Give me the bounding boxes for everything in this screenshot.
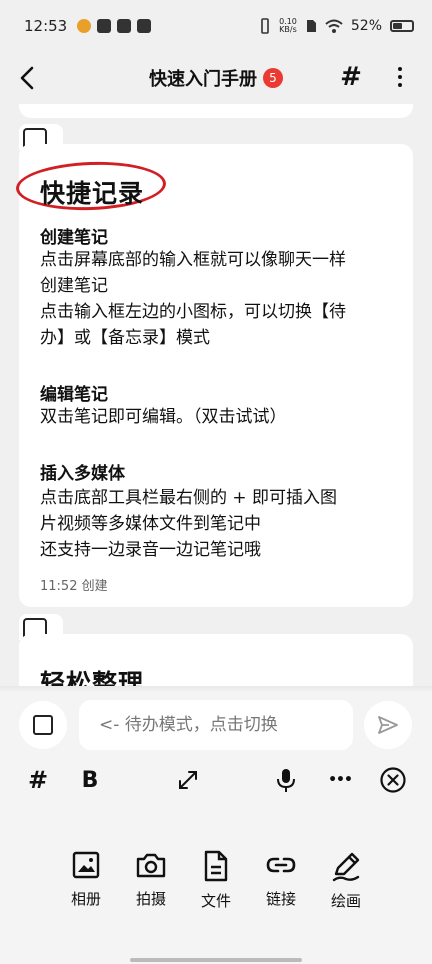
section-body: 双击笔记即可编辑。（双击试试） <box>40 407 287 427</box>
tag-button[interactable]: # <box>336 62 366 92</box>
count-badge: 5 <box>263 68 283 88</box>
back-button[interactable] <box>14 64 42 92</box>
media-link-button[interactable]: 链接 <box>253 850 309 909</box>
media-label: 绘画 <box>330 892 361 910</box>
sim-icon <box>306 20 316 32</box>
bold-button[interactable]: B <box>74 764 106 796</box>
file-icon <box>204 850 228 882</box>
send-icon <box>378 716 398 734</box>
section-heading: 创建笔记 <box>40 228 108 248</box>
microphone-icon <box>277 769 295 792</box>
media-camera-button[interactable]: 拍摄 <box>123 850 179 909</box>
app-header: 快速入门手册 5 # <box>0 52 432 104</box>
note-input[interactable] <box>79 700 353 750</box>
media-label: 拍摄 <box>135 890 166 908</box>
expand-button[interactable] <box>172 764 204 796</box>
battery-text: 52% <box>350 18 382 34</box>
wifi-icon <box>325 19 343 33</box>
vibrate-icon <box>261 18 269 34</box>
net-speed-unit: KB/s <box>279 25 297 34</box>
media-album-button[interactable]: 相册 <box>58 850 114 909</box>
note-card[interactable]: 快捷记录 创建笔记 点击屏幕底部的输入框就可以像聊天一样 创建笔记 点击输入框左… <box>15 144 413 607</box>
hash-icon: # <box>340 62 362 92</box>
hash-icon: # <box>27 766 49 794</box>
tag-tool-button[interactable]: # <box>22 764 54 796</box>
media-label: 文件 <box>200 892 231 910</box>
camera-icon <box>136 853 166 878</box>
more-icon: ••• <box>328 772 353 788</box>
status-bar: 12:53 0.10 KB/s 52% <box>0 0 432 52</box>
weibo-icon <box>77 19 92 33</box>
media-label: 链接 <box>265 890 296 908</box>
section-heading: 插入多媒体 <box>40 464 125 484</box>
bold-icon: B <box>81 767 99 793</box>
todo-mode-toggle[interactable] <box>19 701 67 749</box>
voice-button[interactable] <box>270 764 302 796</box>
status-time: 12:53 <box>24 17 68 35</box>
net-speed: 0.10 KB/s <box>279 18 297 34</box>
close-circle-icon <box>380 767 406 793</box>
more-menu-button[interactable] <box>388 62 412 92</box>
app-icon <box>97 19 112 33</box>
battery-icon <box>390 20 414 32</box>
expand-icon <box>179 771 197 789</box>
app-icon <box>117 19 132 33</box>
page-title: 快速入门手册 <box>149 69 257 90</box>
section-heading: 编辑笔记 <box>40 385 108 405</box>
media-label: 相册 <box>70 890 101 908</box>
close-toolbar-button[interactable] <box>377 764 409 796</box>
section-body: 点击屏幕底部的输入框就可以像聊天一样 创建笔记 点击输入框左边的小图标，可以切换… <box>40 250 346 348</box>
draw-icon <box>332 852 360 882</box>
media-draw-button[interactable]: 绘画 <box>318 850 374 911</box>
home-indicator <box>130 958 302 962</box>
section-body: 点击底部工具栏最右侧的 + 即可插入图 片视频等多媒体文件到笔记中 还支持一边录… <box>40 488 338 560</box>
link-icon <box>266 857 296 873</box>
image-icon <box>72 851 100 879</box>
previous-note-card <box>19 104 413 118</box>
media-file-button[interactable]: 文件 <box>188 850 244 911</box>
note-title: 快捷记录 <box>40 179 145 208</box>
checkbox-icon <box>33 715 53 735</box>
back-arrow-icon <box>20 66 34 90</box>
message-icon <box>137 19 152 33</box>
note-timestamp: 11:52 创建 <box>40 579 108 594</box>
send-button[interactable] <box>364 701 412 749</box>
more-tools-button[interactable]: ••• <box>324 764 356 796</box>
